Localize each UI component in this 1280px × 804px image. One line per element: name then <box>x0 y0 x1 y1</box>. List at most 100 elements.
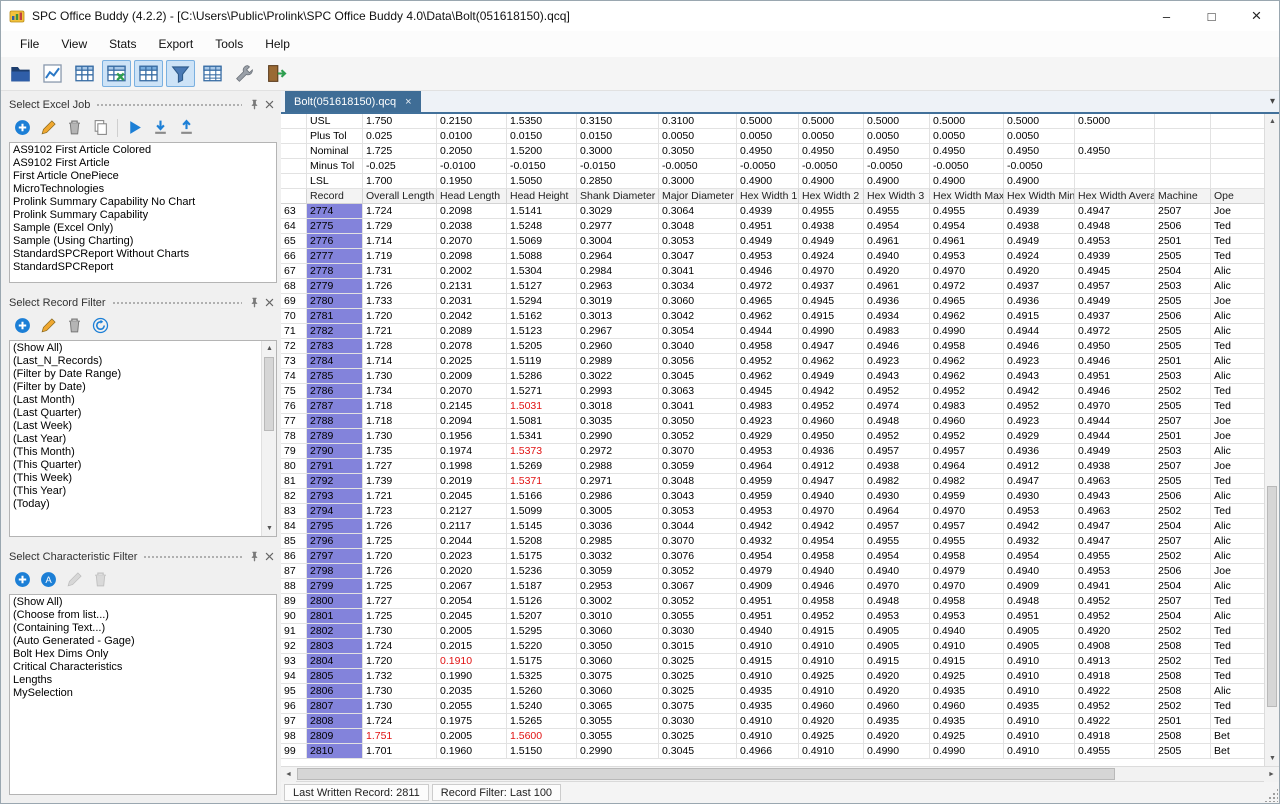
grid-cell[interactable]: 1.735 <box>363 444 437 459</box>
limit-label-cell[interactable]: USL <box>307 114 363 129</box>
grid-cell[interactable]: 0.4915 <box>799 309 864 324</box>
grid-cell[interactable]: Alic <box>1211 309 1264 324</box>
list-item[interactable]: Sample (Excel Only) <box>10 222 276 235</box>
column-header[interactable]: Record <box>307 189 363 204</box>
grid-cell[interactable]: 0.4962 <box>930 354 1004 369</box>
grid-cell[interactable]: 0.4920 <box>799 714 864 729</box>
list-item[interactable]: Prolink Summary Capability <box>10 209 276 222</box>
grid-cell[interactable] <box>1155 144 1211 159</box>
grid-cell[interactable]: Ted <box>1211 624 1264 639</box>
grid-cell[interactable]: 1.5248 <box>507 219 577 234</box>
record-cell[interactable]: 2789 <box>307 429 363 444</box>
grid-cell[interactable]: 0.2002 <box>437 264 507 279</box>
copy-job-button[interactable] <box>91 118 110 137</box>
grid-cell[interactable]: 0.2045 <box>437 489 507 504</box>
grid-cell[interactable]: 0.4905 <box>864 639 930 654</box>
grid-cell[interactable]: Alic <box>1211 489 1264 504</box>
grid-cell[interactable]: 0.4946 <box>1075 384 1155 399</box>
grid-cell[interactable]: 1.5166 <box>507 489 577 504</box>
grid-cell[interactable]: 0.4952 <box>1075 609 1155 624</box>
grid-cell[interactable]: 0.3041 <box>659 264 737 279</box>
grid-cell[interactable]: 0.2045 <box>437 609 507 624</box>
grid-cell[interactable]: 2506 <box>1155 489 1211 504</box>
limit-value-cell[interactable]: -0.0050 <box>1004 159 1075 174</box>
grid-cell[interactable]: 1.5145 <box>507 519 577 534</box>
grid-cell[interactable]: 0.4961 <box>864 234 930 249</box>
grid-cell[interactable]: 0.3060 <box>659 294 737 309</box>
limit-label-cell[interactable]: Minus Tol <box>307 159 363 174</box>
grid-cell[interactable]: 0.4908 <box>1075 639 1155 654</box>
grid-cell[interactable]: 0.4920 <box>1004 264 1075 279</box>
list-item[interactable]: (Last Quarter) <box>10 407 261 420</box>
grid-cell[interactable]: 2507 <box>1155 534 1211 549</box>
grid-cell[interactable]: 0.4910 <box>1004 669 1075 684</box>
grid-cell[interactable]: Joe <box>1211 429 1264 444</box>
record-cell[interactable]: 2781 <box>307 309 363 324</box>
grid-cell[interactable]: 0.4945 <box>1075 264 1155 279</box>
limit-value-cell[interactable]: 0.4950 <box>1075 144 1155 159</box>
grid-cell[interactable]: 0.4920 <box>864 729 930 744</box>
grid-cell[interactable]: 0.4959 <box>737 474 799 489</box>
grid-cell[interactable]: 0.2972 <box>577 444 659 459</box>
grid-cell[interactable]: 0.4958 <box>799 594 864 609</box>
list-item[interactable]: (Last Year) <box>10 433 261 446</box>
scroll-left-icon[interactable]: ◄ <box>281 767 296 782</box>
grid-cell[interactable]: 0.4953 <box>737 249 799 264</box>
grid-cell[interactable]: 0.4955 <box>1075 549 1155 564</box>
grid-cell[interactable]: 0.4962 <box>930 309 1004 324</box>
grid-cell[interactable]: 0.4938 <box>864 459 930 474</box>
grid-cell[interactable]: 0.4941 <box>1075 579 1155 594</box>
grid-cell[interactable]: 2507 <box>1155 594 1211 609</box>
column-header[interactable]: Ope <box>1211 189 1264 204</box>
grid-cell[interactable]: 0.4918 <box>1075 669 1155 684</box>
limit-value-cell[interactable]: 0.0050 <box>1004 129 1075 144</box>
grid-cell[interactable]: 0.4979 <box>930 564 1004 579</box>
grid-cell[interactable]: 0.4970 <box>864 579 930 594</box>
grid-cell[interactable]: 0.1998 <box>437 459 507 474</box>
limit-value-cell[interactable]: 1.725 <box>363 144 437 159</box>
scroll-right-icon[interactable]: ► <box>1264 767 1279 782</box>
grid-cell[interactable]: 0.4948 <box>1004 594 1075 609</box>
grid-cell[interactable]: Ted <box>1211 474 1264 489</box>
grid-cell[interactable]: 2502 <box>1155 654 1211 669</box>
limit-value-cell[interactable]: 0.0050 <box>799 129 864 144</box>
grid-cell[interactable]: 0.4990 <box>930 324 1004 339</box>
grid-cell[interactable]: 0.4923 <box>1004 354 1075 369</box>
grid-cell[interactable]: 1.5236 <box>507 564 577 579</box>
grid-cell[interactable]: 0.4949 <box>1075 294 1155 309</box>
grid-cell[interactable]: 0.4954 <box>930 219 1004 234</box>
list-item[interactable]: (This Week) <box>10 472 261 485</box>
record-cell[interactable]: 2787 <box>307 399 363 414</box>
delete-filter-button[interactable] <box>65 316 84 335</box>
grid-cell[interactable]: 0.2009 <box>437 369 507 384</box>
record-cell[interactable]: 2796 <box>307 534 363 549</box>
grid-cell[interactable]: 0.4910 <box>799 684 864 699</box>
column-header[interactable]: Shank Diameter <box>577 189 659 204</box>
tab-bolt-qcq[interactable]: Bolt(051618150).qcq × <box>285 91 421 112</box>
grid-cell[interactable] <box>1211 129 1264 144</box>
grid-cell[interactable]: 0.4947 <box>1075 534 1155 549</box>
limit-value-cell[interactable]: 0.5000 <box>1075 114 1155 129</box>
record-cell[interactable]: 2777 <box>307 249 363 264</box>
grid-cell[interactable]: 0.4972 <box>930 279 1004 294</box>
grid-cell[interactable]: 2508 <box>1155 669 1211 684</box>
record-cell[interactable]: 2778 <box>307 264 363 279</box>
grid-cell[interactable]: 1.5271 <box>507 384 577 399</box>
grid-cell[interactable]: 0.4953 <box>1075 234 1155 249</box>
grid-cell[interactable]: 1.5081 <box>507 414 577 429</box>
grid-cell[interactable]: 0.4910 <box>737 669 799 684</box>
grid-cell[interactable]: 0.4946 <box>864 339 930 354</box>
list-item[interactable]: (This Quarter) <box>10 459 261 472</box>
grid-cell[interactable]: 2502 <box>1155 699 1211 714</box>
list-item[interactable]: (Choose from list...) <box>10 609 276 622</box>
edit-char-filter-button[interactable] <box>65 570 84 589</box>
record-cell[interactable]: 2782 <box>307 324 363 339</box>
run-job-button[interactable] <box>125 118 144 137</box>
stats-chart-button[interactable] <box>38 60 67 87</box>
grid-cell[interactable]: 0.4936 <box>1004 294 1075 309</box>
grid-cell[interactable]: 0.4955 <box>864 204 930 219</box>
grid-cell[interactable]: 0.4910 <box>1004 654 1075 669</box>
grid-vertical-scrollbar[interactable]: ▲ ▼ <box>1264 114 1279 766</box>
grid-cell[interactable]: 0.4950 <box>799 429 864 444</box>
grid-cell[interactable]: 0.4920 <box>864 669 930 684</box>
